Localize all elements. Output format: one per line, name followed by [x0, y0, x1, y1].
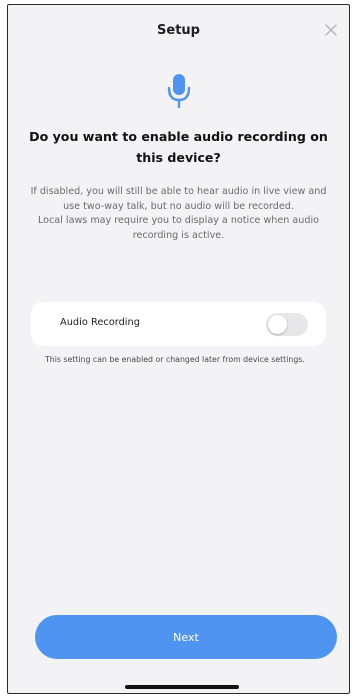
- setting-note: This setting can be enabled or changed l…: [45, 355, 305, 364]
- description-line-2: Local laws may require you to display a …: [37, 215, 319, 241]
- microphone-icon: [167, 74, 190, 109]
- header: Setup: [8, 5, 349, 53]
- phone-screen: Setup Do you want to enable audio record…: [7, 4, 350, 694]
- close-icon: [325, 24, 337, 36]
- close-button[interactable]: [319, 18, 343, 42]
- page-title: Setup: [157, 23, 200, 38]
- home-indicator: [125, 685, 239, 689]
- description-text: If disabled, you will still be able to h…: [26, 185, 331, 243]
- question-heading: Do you want to enable audio recording on…: [29, 129, 328, 165]
- audio-recording-setting: Audio Recording: [31, 302, 326, 346]
- audio-recording-label: Audio Recording: [60, 317, 140, 328]
- next-button[interactable]: Next: [35, 615, 337, 659]
- description-line-1: If disabled, you will still be able to h…: [30, 186, 327, 212]
- toggle-knob: [268, 315, 287, 334]
- audio-recording-toggle[interactable]: [266, 313, 308, 336]
- hero-icon-wrap: [8, 73, 349, 109]
